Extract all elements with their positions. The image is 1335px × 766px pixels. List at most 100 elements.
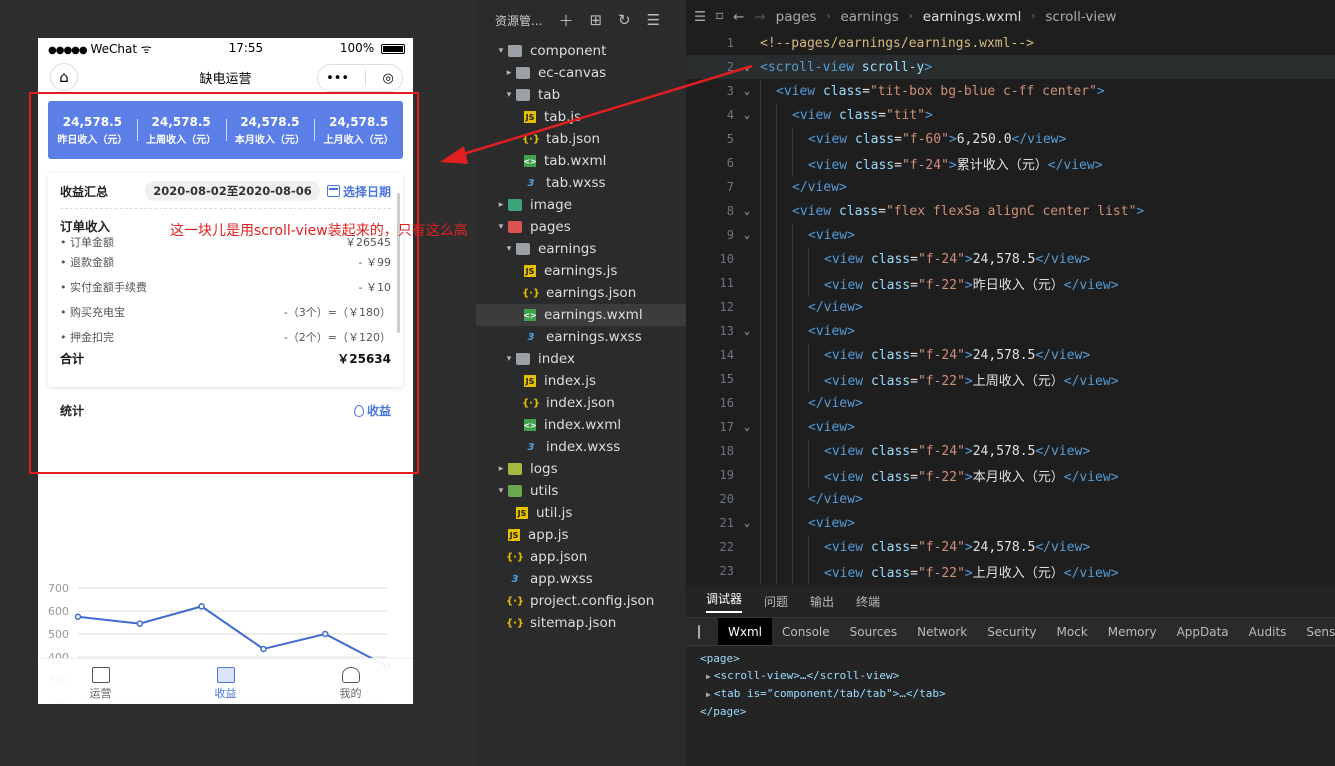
code-line[interactable]: 8 ⌄ <view class="flex flexSa alignC center… bbox=[686, 199, 1335, 223]
tab-earnings[interactable]: 收益 bbox=[191, 667, 261, 701]
file-tree-item[interactable]: JS tab.js bbox=[476, 106, 686, 128]
code-line[interactable]: 9 ⌄ <view> bbox=[686, 223, 1335, 247]
expand-triangle-icon[interactable]: ▶ bbox=[706, 690, 711, 699]
code-line[interactable]: 1 <!--pages/earnings/earnings.wxml--> bbox=[686, 31, 1335, 55]
devtools-tab[interactable]: Wxml bbox=[718, 618, 772, 645]
dom-node-scroll-view[interactable]: ▶ <scroll-view>…</scroll-view> bbox=[700, 667, 1321, 685]
breadcrumb-item[interactable]: earnings.wxml bbox=[923, 9, 1022, 25]
list-icon[interactable]: ☰ bbox=[694, 9, 706, 25]
breadcrumb-item[interactable]: earnings bbox=[840, 9, 898, 25]
fold-chevron-icon[interactable]: ⌄ bbox=[734, 326, 760, 337]
file-tree-item[interactable]: 3 index.wxss bbox=[476, 436, 686, 458]
fold-chevron-icon[interactable]: ⌄ bbox=[734, 86, 760, 97]
devtools-tab[interactable]: Mock bbox=[1047, 625, 1098, 639]
file-tree-item[interactable]: 3 earnings.wxss bbox=[476, 326, 686, 348]
file-tree-item[interactable]: 3 app.wxss bbox=[476, 568, 686, 590]
refresh-icon[interactable]: ↻ bbox=[618, 11, 631, 29]
devtools-tab[interactable]: Memory bbox=[1098, 625, 1167, 639]
code-line[interactable]: 10 <view class="f-24">24,578.5</view> bbox=[686, 247, 1335, 271]
devtools-tab[interactable]: Sensor bbox=[1296, 625, 1335, 639]
code-line[interactable]: 19 <view class="f-22">本月收入（元）</view> bbox=[686, 463, 1335, 487]
data-point[interactable] bbox=[260, 645, 267, 653]
file-tree-item[interactable]: ▸ logs bbox=[476, 458, 686, 480]
expand-triangle-icon[interactable]: ▶ bbox=[706, 672, 711, 681]
tab-problems[interactable]: 问题 bbox=[764, 593, 788, 610]
add-file-icon[interactable]: ＋ bbox=[558, 10, 573, 31]
file-tree-item[interactable]: JS index.js bbox=[476, 370, 686, 392]
devtools-tab[interactable]: AppData bbox=[1167, 625, 1239, 639]
code-line[interactable]: 6 <view class="f-24">累计收入（元）</view> bbox=[686, 151, 1335, 175]
file-tree-item[interactable]: {·} earnings.json bbox=[476, 282, 686, 304]
code-line[interactable]: 17 ⌄ <view> bbox=[686, 415, 1335, 439]
forward-arrow-icon[interactable]: → bbox=[754, 9, 765, 25]
code-line[interactable]: 11 <view class="f-22">昨日收入（元）</view> bbox=[686, 271, 1335, 295]
file-tree-item[interactable]: ▾ earnings bbox=[476, 238, 686, 260]
file-tree-item[interactable]: ▸ ec-canvas bbox=[476, 62, 686, 84]
file-tree-item[interactable]: ▾ component bbox=[476, 40, 686, 62]
file-tree-item[interactable]: 3 tab.wxss bbox=[476, 172, 686, 194]
fold-chevron-icon[interactable]: ⌄ bbox=[734, 206, 760, 217]
home-button[interactable]: ⌂ bbox=[50, 63, 78, 91]
file-tree-item[interactable]: JS app.js bbox=[476, 524, 686, 546]
tab-operation[interactable]: 运营 bbox=[66, 667, 136, 701]
file-tree-item[interactable]: <> tab.wxml bbox=[476, 150, 686, 172]
fold-chevron-icon[interactable]: ⌄ bbox=[734, 110, 760, 121]
bookmark-icon[interactable]: ⌑ bbox=[716, 9, 723, 25]
add-folder-icon[interactable]: ⊞ bbox=[589, 11, 602, 29]
code-line[interactable]: 21 ⌄ <view> bbox=[686, 511, 1335, 535]
back-arrow-icon[interactable]: ← bbox=[733, 9, 744, 25]
fold-chevron-icon[interactable]: ⌄ bbox=[734, 230, 760, 241]
data-point[interactable] bbox=[74, 613, 82, 620]
tab-output[interactable]: 输出 bbox=[810, 593, 834, 610]
collapse-icon[interactable]: ☰ bbox=[647, 11, 660, 29]
chevron-down-icon[interactable]: ▾ bbox=[494, 486, 508, 496]
chevron-down-icon[interactable]: ▾ bbox=[502, 354, 516, 364]
tab-debugger[interactable]: 调试器 bbox=[706, 590, 743, 613]
file-tree-item[interactable]: ▾ tab bbox=[476, 84, 686, 106]
file-tree-item[interactable]: <> index.wxml bbox=[476, 414, 686, 436]
file-tree-item[interactable]: <> earnings.wxml bbox=[476, 304, 686, 326]
devtools-tab[interactable]: Audits bbox=[1239, 625, 1297, 639]
file-tree-item[interactable]: {·} sitemap.json bbox=[476, 612, 686, 634]
fold-chevron-icon[interactable]: ⌄ bbox=[734, 422, 760, 433]
chevron-right-icon[interactable]: ▸ bbox=[494, 200, 508, 210]
file-tree-item[interactable]: ▾ index bbox=[476, 348, 686, 370]
code-line[interactable]: 18 <view class="f-24">24,578.5</view> bbox=[686, 439, 1335, 463]
code-line[interactable]: 23 <view class="f-22">上月收入（元）</view> bbox=[686, 559, 1335, 583]
data-point[interactable] bbox=[321, 630, 329, 638]
file-tree-item[interactable]: {·} tab.json bbox=[476, 128, 686, 150]
code-line[interactable]: 15 <view class="f-22">上周收入（元）</view> bbox=[686, 367, 1335, 391]
file-tree-item[interactable]: ▾ utils bbox=[476, 480, 686, 502]
dom-node[interactable]: <page> bbox=[700, 650, 1321, 667]
code-lines[interactable]: 1 <!--pages/earnings/earnings.wxml--> 2 ⌄ <s… bbox=[686, 31, 1335, 583]
data-point[interactable] bbox=[198, 603, 205, 610]
breadcrumb-item[interactable]: pages bbox=[776, 9, 817, 25]
code-line[interactable]: 7 </view> bbox=[686, 175, 1335, 199]
chevron-down-icon[interactable]: ▾ bbox=[502, 90, 516, 100]
code-line[interactable]: 12 </view> bbox=[686, 295, 1335, 319]
devtools-tab[interactable]: Console bbox=[772, 625, 840, 639]
devtools-tab[interactable]: Sources bbox=[840, 625, 907, 639]
close-record-button[interactable]: ◎ bbox=[383, 71, 394, 86]
code-line[interactable]: 13 ⌄ <view> bbox=[686, 319, 1335, 343]
code-line[interactable]: 14 <view class="f-24">24,578.5</view> bbox=[686, 343, 1335, 367]
chevron-down-icon[interactable]: ▾ bbox=[502, 244, 516, 254]
code-line[interactable]: 22 <view class="f-24">24,578.5</view> bbox=[686, 535, 1335, 559]
chevron-down-icon[interactable]: ▾ bbox=[494, 222, 508, 232]
fold-chevron-icon[interactable]: ⌄ bbox=[734, 518, 760, 529]
chevron-down-icon[interactable]: ▾ bbox=[494, 46, 508, 56]
breadcrumb-item[interactable]: scroll-view bbox=[1045, 9, 1116, 25]
code-line[interactable]: 20 </view> bbox=[686, 487, 1335, 511]
fold-chevron-icon[interactable]: ⌄ bbox=[734, 62, 760, 73]
code-line[interactable]: 3 ⌄ <view class="tit-box bg-blue c-ff cent… bbox=[686, 79, 1335, 103]
file-tree-item[interactable]: ▸ image bbox=[476, 194, 686, 216]
code-line[interactable]: 2 ⌄ <scroll-view scroll-y> bbox=[686, 55, 1335, 79]
dom-node[interactable]: </page> bbox=[700, 703, 1321, 720]
code-line[interactable]: 16 </view> bbox=[686, 391, 1335, 415]
inspect-icon[interactable] bbox=[698, 624, 700, 639]
file-tree-item[interactable]: {·} index.json bbox=[476, 392, 686, 414]
file-tree-item[interactable]: ▾ pages bbox=[476, 216, 686, 238]
tab-terminal[interactable]: 终端 bbox=[856, 593, 880, 610]
file-tree-item[interactable]: JS earnings.js bbox=[476, 260, 686, 282]
code-line[interactable]: 5 <view class="f-60">6,250.0</view> bbox=[686, 127, 1335, 151]
